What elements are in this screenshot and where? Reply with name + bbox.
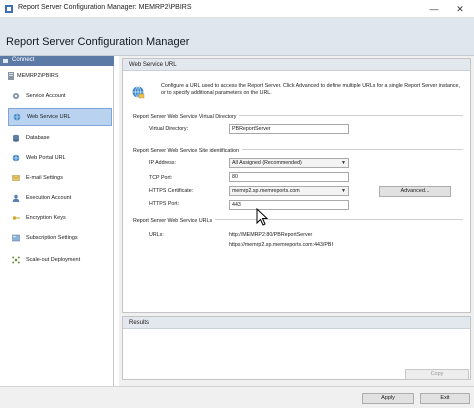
https-certificate-label: HTTPS Certificate: <box>149 188 194 194</box>
title-bar: Report Server Configuration Manager: MEM… <box>0 0 474 18</box>
https-port-label: HTTPS Port: <box>149 201 180 207</box>
email-icon <box>12 175 20 181</box>
sidebar-item-scale-out-deployment[interactable]: Scale-out Deployment <box>8 252 112 268</box>
settings-icon <box>12 234 20 242</box>
panel-title: Web Service URL <box>129 62 177 68</box>
sidebar: Connect MEMRP2\PBIRS Service Account Web… <box>0 56 114 386</box>
ip-address-label: IP Address: <box>149 160 176 166</box>
gear-icon <box>13 93 19 99</box>
results-header: Results <box>123 317 470 329</box>
main-content: Web Service URL Configure a URL used to … <box>119 56 474 386</box>
virtual-directory-label: Virtual Directory: <box>149 126 189 132</box>
sidebar-item-web-portal-url[interactable]: Web Portal URL <box>8 150 112 166</box>
url-link-http[interactable]: http://MEMRP2:80/PBReportServer <box>229 232 312 238</box>
sidebar-item-email-settings[interactable]: E-mail Settings <box>8 170 112 186</box>
sidebar-item-label: Encryption Keys <box>26 215 66 221</box>
group-title: Report Server Web Service Virtual Direct… <box>133 114 240 120</box>
mouse-cursor-icon <box>256 208 269 226</box>
virtual-directory-group: Report Server Web Service Virtual Direct… <box>133 114 463 135</box>
tcp-port-label: TCP Port: <box>149 175 173 181</box>
close-button[interactable]: ✕ <box>450 0 470 18</box>
connect-button[interactable]: Connect <box>0 56 114 66</box>
sidebar-item-label: Web Service URL <box>27 114 71 120</box>
globe-network-icon <box>132 86 145 99</box>
globe-icon <box>12 154 20 162</box>
urls-label: URLs: <box>149 232 164 238</box>
server-node[interactable]: MEMRP2\PBIRS <box>5 71 105 81</box>
https-certificate-select[interactable]: memrp2.sp.memreports.com ▼ <box>229 186 349 196</box>
virtual-directory-input[interactable]: PBReportServer <box>229 124 349 134</box>
connect-icon <box>3 59 8 63</box>
ip-address-value: All Assigned (Recommended) <box>232 160 302 166</box>
ip-address-select[interactable]: All Assigned (Recommended) ▼ <box>229 158 349 168</box>
page-title: Report Server Configuration Manager <box>6 36 190 48</box>
server-label: MEMRP2\PBIRS <box>17 73 59 79</box>
key-icon <box>12 216 20 220</box>
sidebar-item-label: Scale-out Deployment <box>26 257 81 263</box>
results-title: Results <box>129 320 150 326</box>
sidebar-item-execution-account[interactable]: Execution Account <box>8 190 112 206</box>
sidebar-item-database[interactable]: Database <box>8 130 112 146</box>
urls-group: Report Server Web Service URLs URLs: htt… <box>133 218 463 249</box>
globe-icon <box>13 113 21 121</box>
sidebar-item-subscription-settings[interactable]: Subscription Settings <box>8 230 112 246</box>
sidebar-item-label: Execution Account <box>26 195 72 201</box>
sidebar-item-label: Service Account <box>26 93 66 99</box>
sidebar-item-web-service-url[interactable]: Web Service URL <box>8 108 112 126</box>
connect-label: Connect <box>12 57 35 63</box>
apply-button[interactable]: Apply <box>362 393 414 404</box>
group-title: Report Server Web Service Site identific… <box>133 148 242 154</box>
sidebar-item-label: Subscription Settings <box>26 235 78 241</box>
window-title: Report Server Configuration Manager: MEM… <box>18 4 192 11</box>
exit-button[interactable]: Exit <box>420 393 470 404</box>
sidebar-item-label: Database <box>26 135 50 141</box>
server-icon <box>8 72 14 80</box>
network-icon <box>12 256 20 264</box>
https-certificate-value: memrp2.sp.memreports.com <box>232 188 300 194</box>
tcp-port-input[interactable]: 80 <box>229 172 349 182</box>
user-icon <box>12 194 20 202</box>
sidebar-item-label: Web Portal URL <box>26 155 66 161</box>
panel-header: Web Service URL <box>123 59 470 71</box>
sidebar-item-service-account[interactable]: Service Account <box>8 88 112 104</box>
group-title: Report Server Web Service URLs <box>133 218 216 224</box>
results-panel: Results Copy <box>122 316 471 380</box>
app-icon <box>5 5 13 13</box>
app-header: Report Server Configuration Manager <box>0 18 474 56</box>
web-service-url-panel: Web Service URL Configure a URL used to … <box>122 58 471 313</box>
sidebar-item-label: E-mail Settings <box>26 175 63 181</box>
advanced-button[interactable]: Advanced... <box>379 186 451 197</box>
chevron-down-icon: ▼ <box>341 188 346 194</box>
sidebar-item-encryption-keys[interactable]: Encryption Keys <box>8 210 112 226</box>
url-link-https[interactable]: https://memrp2.sp.memreports.com:443/PBI <box>229 242 333 248</box>
site-identification-group: Report Server Web Service Site identific… <box>133 148 463 210</box>
copy-button[interactable]: Copy <box>405 369 469 380</box>
chevron-down-icon: ▼ <box>341 160 346 166</box>
https-port-input[interactable]: 443 <box>229 200 349 210</box>
database-icon <box>13 134 19 142</box>
footer-bar: Apply Exit <box>0 386 474 408</box>
minimize-button[interactable]: — <box>424 0 444 18</box>
description-text: Configure a URL used to access the Repor… <box>161 83 460 96</box>
